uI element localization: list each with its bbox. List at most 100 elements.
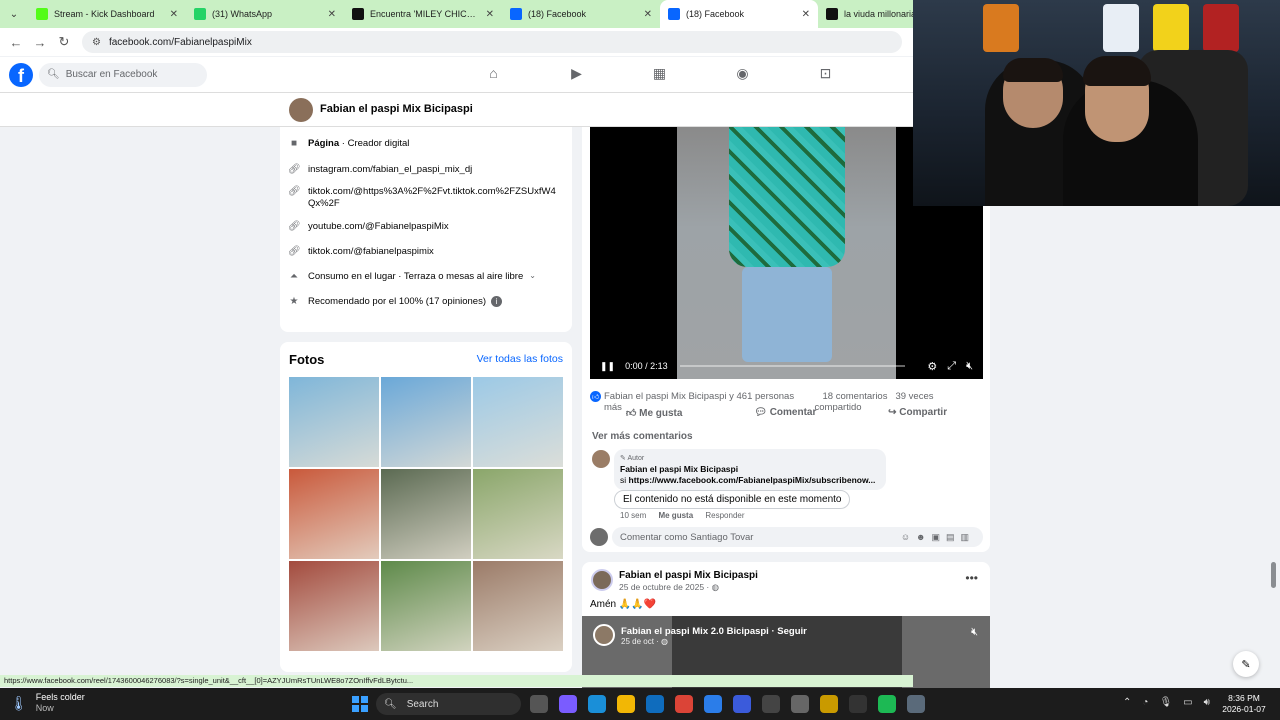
- comment-link[interactable]: https://www.facebook.com/FabianelpaspiMi…: [629, 475, 876, 485]
- tiktok2-link[interactable]: tiktok.com/@fabianelpaspimix: [308, 246, 434, 258]
- post-author-name[interactable]: Fabian el paspi Mix Bicipaspi: [619, 570, 758, 581]
- forward-icon[interactable]: →: [28, 35, 52, 50]
- video-icon[interactable]: ▶: [535, 65, 618, 82]
- settings-icon[interactable]: ⚙: [927, 360, 937, 373]
- comment-button[interactable]: 💬︎ Comentar: [754, 407, 816, 419]
- taskbar-search[interactable]: 🔍︎ Search: [376, 693, 521, 715]
- like-button[interactable]: 👍︎ Me gusta: [626, 407, 683, 419]
- pause-icon[interactable]: ❚❚: [600, 361, 615, 372]
- services-text: Consumo en el lugar · Terraza o mesas al…: [308, 271, 524, 282]
- comment-author-name[interactable]: Fabian el paspi Mix Bicipaspi: [620, 464, 880, 475]
- photo-thumbnail[interactable]: [473, 469, 563, 559]
- photo-thumbnail[interactable]: [473, 377, 563, 467]
- photo-thumbnail[interactable]: [289, 377, 379, 467]
- obs-icon[interactable]: [849, 695, 867, 713]
- fullscreen-icon[interactable]: ⤢: [947, 360, 956, 373]
- tab-search-button[interactable]: ⌄: [0, 0, 28, 28]
- new-message-button[interactable]: ✎: [1233, 651, 1259, 677]
- youtube-link[interactable]: youtube.com/@FabianelpaspiMix: [308, 221, 449, 233]
- url-bar[interactable]: ⚙ facebook.com/FabianelpaspiMix: [82, 31, 902, 53]
- groups-icon[interactable]: ◉: [701, 65, 784, 82]
- info-icon[interactable]: i: [490, 296, 502, 307]
- current-user-avatar[interactable]: [590, 528, 608, 546]
- tools-icon[interactable]: [791, 695, 809, 713]
- globe-icon: ◍: [711, 582, 720, 592]
- microphone-icon[interactable]: 🎙︎: [1159, 697, 1172, 708]
- comment-author-avatar[interactable]: [592, 450, 610, 468]
- see-all-photos-link[interactable]: Ver todas las fotos: [477, 353, 563, 365]
- photo-thumbnail[interactable]: [289, 469, 379, 559]
- browser-tab[interactable]: (18) Facebook ✕: [660, 0, 818, 28]
- copilot-icon[interactable]: [559, 695, 577, 713]
- photo-thumbnail[interactable]: [381, 377, 471, 467]
- weather-widget[interactable]: 🌡︎ Feels colder Now: [10, 692, 85, 714]
- taskbar-clock[interactable]: 8:36 PM 2026-01-07: [1222, 693, 1266, 715]
- video-progress-bar[interactable]: [679, 365, 906, 367]
- facebook-search-input[interactable]: 🔍︎ Buscar en Facebook: [39, 62, 207, 87]
- mute-icon[interactable]: 🔇︎: [966, 360, 973, 373]
- comment-meta: 10 sem Me gusta Responder: [620, 511, 755, 520]
- site-info-icon[interactable]: ⚙: [92, 37, 101, 48]
- file-explorer-icon[interactable]: [617, 695, 635, 713]
- see-more-comments-link[interactable]: Ver más comentarios: [592, 431, 693, 442]
- chevron-up-icon[interactable]: ⌃: [1123, 697, 1131, 708]
- vpn-icon[interactable]: [733, 695, 751, 713]
- photo-thumbnail[interactable]: [473, 561, 563, 651]
- start-button[interactable]: [352, 696, 368, 712]
- comment-reply-button[interactable]: Responder: [705, 511, 744, 520]
- browser-tab[interactable]: Encuentra 'MILEY CHICA SEXY' ✕: [344, 0, 502, 28]
- shared-author-avatar[interactable]: [593, 624, 615, 646]
- browser-tab[interactable]: (31) WhatsApp ✕: [186, 0, 344, 28]
- close-tab-icon[interactable]: ✕: [802, 9, 810, 20]
- share-button[interactable]: ↪ Compartir: [888, 407, 947, 419]
- back-icon[interactable]: ←: [4, 35, 28, 50]
- facebook-logo[interactable]: f: [9, 62, 33, 87]
- page-name[interactable]: Fabian el paspi Mix Bicipaspi: [320, 103, 473, 115]
- mute-icon[interactable]: 🔇︎: [971, 626, 978, 639]
- close-tab-icon[interactable]: ✕: [328, 9, 336, 20]
- close-tab-icon[interactable]: ✕: [170, 9, 178, 20]
- settings-icon[interactable]: [907, 695, 925, 713]
- outlook-icon[interactable]: [646, 695, 664, 713]
- spotify-icon[interactable]: [878, 695, 896, 713]
- intro-tiktok2-row: 🔗︎ tiktok.com/@fabianelpaspimix: [288, 246, 564, 258]
- chrome-icon[interactable]: [675, 695, 693, 713]
- display-icon[interactable]: ▭: [1183, 697, 1192, 708]
- notes-icon[interactable]: [820, 695, 838, 713]
- volume-icon[interactable]: 🔊︎: [1204, 697, 1210, 708]
- photo-thumbnail[interactable]: [289, 561, 379, 651]
- close-tab-icon[interactable]: ✕: [644, 9, 652, 20]
- photo-thumbnail[interactable]: [381, 469, 471, 559]
- intro-services-row[interactable]: ⏶ Consumo en el lugar · Terraza o mesas …: [288, 271, 564, 283]
- shared-author-name[interactable]: Fabian el paspi Mix 2.0 Bicipaspi · Segu…: [621, 626, 807, 637]
- page-scrollbar[interactable]: [1271, 562, 1276, 588]
- edge-icon[interactable]: [588, 695, 606, 713]
- shared-date-text: 25 de oct ·: [621, 637, 662, 646]
- task-view-icon[interactable]: [530, 695, 548, 713]
- store-icon[interactable]: [704, 695, 722, 713]
- close-tab-icon[interactable]: ✕: [486, 9, 494, 20]
- marketplace-icon[interactable]: ▦: [618, 65, 701, 82]
- comment-input[interactable]: Comentar como Santiago Tovar ☺☻▣▤▥: [612, 527, 983, 547]
- comment-tools-icons[interactable]: ☺☻▣▤▥: [901, 532, 975, 543]
- reload-icon[interactable]: ↻: [52, 34, 76, 50]
- weather-sub: Now: [35, 703, 54, 713]
- unavailable-content-notice: El contenido no está disponible en este …: [614, 490, 851, 509]
- instagram-link[interactable]: instagram.com/fabian_el_paspi_mix_dj: [308, 164, 472, 176]
- comments-count[interactable]: 18 comentarios: [823, 391, 888, 402]
- tiktok-link[interactable]: tiktok.com/@https%3A%2F%2Fvt.tiktok.com%…: [308, 186, 562, 210]
- browser-tab[interactable]: (18) Facebook ✕: [502, 0, 660, 28]
- post-author-avatar[interactable]: [591, 569, 613, 591]
- chevron-down-icon[interactable]: ⌄: [529, 271, 536, 280]
- home-icon[interactable]: ⌂: [452, 65, 535, 82]
- like-icon: 👍︎: [625, 408, 640, 419]
- post-date[interactable]: 25 de octubre de 2025 · ◍: [619, 582, 719, 593]
- page-avatar[interactable]: [289, 98, 313, 122]
- browser-tab[interactable]: Stream - Kick Dashboard ✕: [28, 0, 186, 28]
- comment-like-button[interactable]: Me gusta: [658, 511, 693, 520]
- network-icon[interactable]: ◔: [1142, 697, 1148, 708]
- gaming-icon[interactable]: ⊡: [784, 65, 867, 82]
- photo-thumbnail[interactable]: [381, 561, 471, 651]
- app-grid-icon[interactable]: [762, 695, 780, 713]
- more-options-icon[interactable]: •••: [965, 571, 978, 585]
